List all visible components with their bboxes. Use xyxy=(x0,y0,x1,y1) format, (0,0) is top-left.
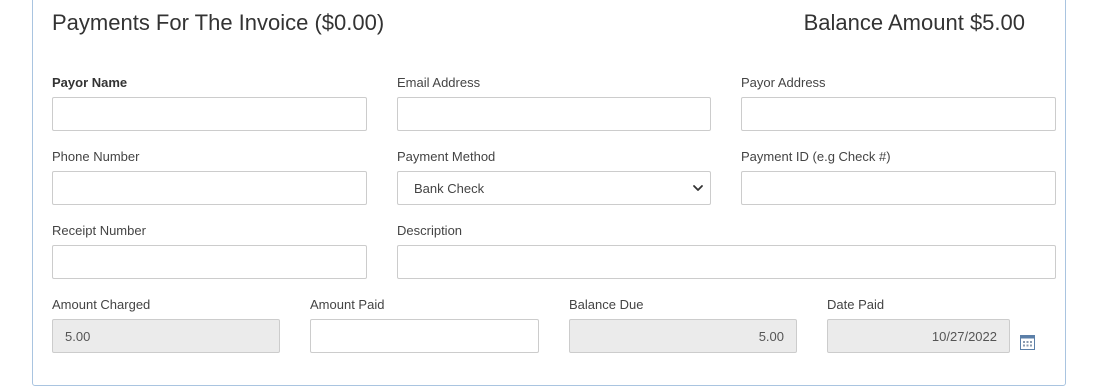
chevron-down-icon xyxy=(693,185,703,191)
payor-name-input[interactable] xyxy=(52,97,367,131)
amount-paid-input[interactable] xyxy=(310,319,539,353)
payment-method-value: Bank Check xyxy=(414,180,485,196)
amount-charged-label: Amount Charged xyxy=(52,297,151,312)
payment-id-label: Payment ID (e.g Check #) xyxy=(741,149,891,164)
page-title: Payments For The Invoice ($0.00) xyxy=(52,10,385,35)
balance-amount: Balance Amount $5.00 xyxy=(803,10,1025,35)
receipt-number-input[interactable] xyxy=(52,245,367,279)
description-input[interactable] xyxy=(397,245,1056,279)
payment-method-label: Payment Method xyxy=(397,149,496,164)
date-paid-label: Date Paid xyxy=(827,297,885,312)
email-address-input[interactable] xyxy=(397,97,711,131)
email-address-label: Email Address xyxy=(397,75,481,90)
phone-number-label: Phone Number xyxy=(52,149,140,164)
amount-paid-label: Amount Paid xyxy=(310,297,385,312)
phone-number-input[interactable] xyxy=(52,171,367,205)
payment-id-input[interactable] xyxy=(741,171,1056,205)
date-paid-input[interactable] xyxy=(827,319,1010,353)
payor-address-input[interactable] xyxy=(741,97,1056,131)
receipt-number-label: Receipt Number xyxy=(52,223,146,238)
description-label: Description xyxy=(397,223,463,238)
balance-due-label: Balance Due xyxy=(569,297,644,312)
payment-method-select[interactable]: Bank Check xyxy=(397,171,711,205)
balance-due-input xyxy=(569,319,797,353)
payor-address-label: Payor Address xyxy=(741,75,826,90)
payor-name-label: Payor Name xyxy=(52,75,128,90)
amount-charged-input xyxy=(52,319,280,353)
calendar-icon[interactable] xyxy=(1020,334,1035,350)
